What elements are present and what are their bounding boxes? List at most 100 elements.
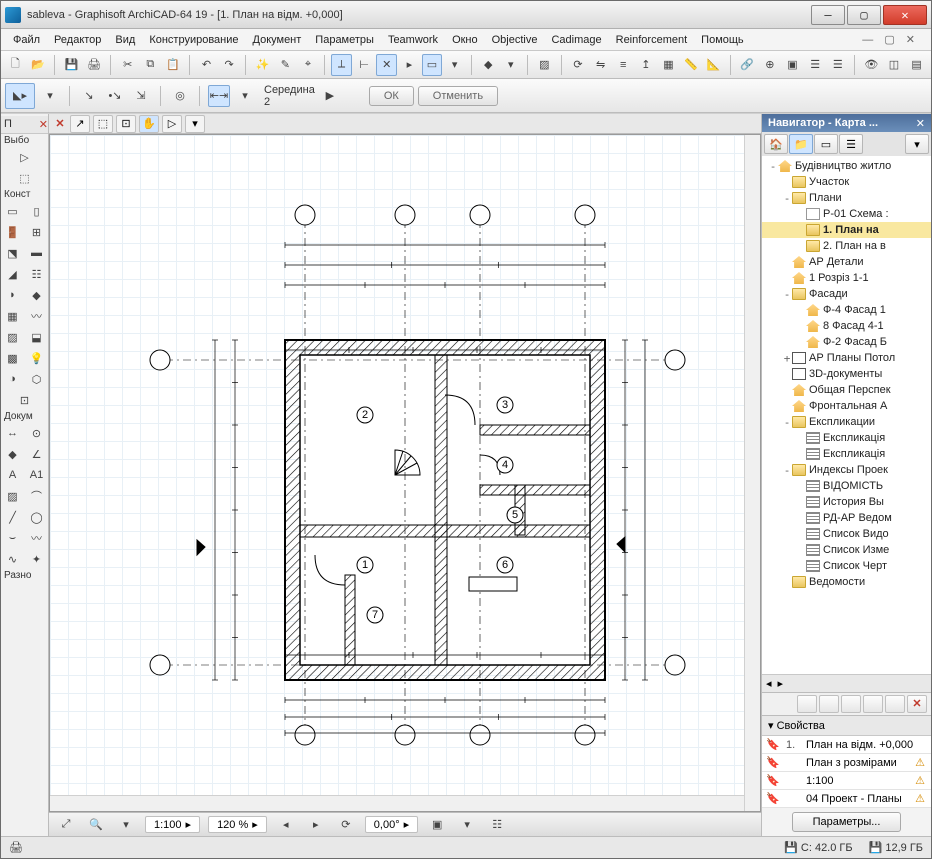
menu-reinforcement[interactable]: Reinforcement [610, 32, 694, 48]
arrow-mode-icon[interactable]: ◣▸ [5, 83, 35, 109]
tree-item[interactable]: История Вы [762, 494, 931, 510]
tree-item[interactable]: 8 Фасад 4-1 [762, 318, 931, 334]
spline-tool-icon[interactable]: ∿ [2, 549, 24, 569]
redo-button[interactable]: ↷ [219, 54, 240, 76]
curtain-tool-icon[interactable]: ▦ [2, 306, 24, 326]
line-tool-icon[interactable]: ╱ [2, 507, 24, 527]
radial-tool-icon[interactable]: ⊙ [26, 423, 48, 443]
tree-item[interactable]: -Експликации [762, 414, 931, 430]
tape-icon[interactable]: 📐 [703, 54, 724, 76]
align-icon[interactable]: ≡ [613, 54, 634, 76]
tree-item[interactable]: Участок [762, 174, 931, 190]
tree-item[interactable]: Р-01 Схема : [762, 206, 931, 222]
node-icon[interactable]: ⊕ [760, 54, 781, 76]
beam-tool-icon[interactable]: ⬔ [2, 243, 24, 263]
menu-design[interactable]: Конструирование [143, 32, 244, 48]
rotate-icon[interactable]: ⟳ [568, 54, 589, 76]
wall-tool-icon[interactable]: ▭ [2, 201, 24, 221]
snap-mid-icon[interactable]: ⊢ [354, 54, 375, 76]
nav-tab-opts[interactable]: ▾ [905, 134, 929, 154]
nav-btn-2[interactable] [819, 695, 839, 713]
tree-item[interactable]: Список Видо [762, 526, 931, 542]
shell-tool-icon[interactable]: ◗ [2, 285, 24, 305]
menu-cadimage[interactable]: Cadimage [545, 32, 607, 48]
dim-tool-icon[interactable]: ↔ [2, 423, 24, 443]
column-tool-icon[interactable]: ▯ [26, 201, 48, 221]
angle-tool-icon[interactable]: ∠ [26, 444, 48, 464]
tree-item[interactable]: Список Изме [762, 542, 931, 558]
roof-tool-icon[interactable]: ◢ [2, 264, 24, 284]
section-tool-icon[interactable]: ⌒ [26, 486, 48, 506]
tab-ctrl-1[interactable]: ↗ [70, 115, 90, 133]
stair-tool-icon[interactable]: ☷ [26, 264, 48, 284]
tool-misc-2[interactable]: ▾ [501, 54, 522, 76]
arrow-tool-icon[interactable]: ▷ [14, 147, 36, 167]
tree-scroll-left[interactable]: ◂ [766, 677, 772, 690]
nav-tab-publisher[interactable]: ☰ [839, 134, 863, 154]
nav-tab-views[interactable]: 📁 [789, 134, 813, 154]
extra-tool-icon[interactable]: ⊡ [14, 390, 36, 410]
canvas-scroll-v[interactable] [744, 135, 760, 811]
menu-options[interactable]: Параметры [309, 32, 380, 48]
tab-ctrl-5[interactable]: ▷ [162, 115, 182, 133]
tab-ctrl-4[interactable]: ✋ [139, 115, 159, 133]
pen-icon[interactable]: ✎ [275, 54, 296, 76]
tree-item[interactable]: Експликація [762, 430, 931, 446]
tree-item[interactable]: Общая Перспек [762, 382, 931, 398]
drawing-canvas[interactable]: 11223344 ББАА 1234567 ±0,000 1 (5) 1 [49, 134, 761, 812]
nav-btn-1[interactable] [797, 695, 817, 713]
window-tool-icon[interactable]: ⊞ [26, 222, 48, 242]
tree-item[interactable]: Ф-2 Фасад Б [762, 334, 931, 350]
mep-tool-icon[interactable]: ⬡ [26, 369, 48, 389]
grid-icon[interactable]: ▦ [658, 54, 679, 76]
snap-dd-icon[interactable]: ▾ [234, 85, 256, 107]
tree-item[interactable]: 1 Розріз 1-1 [762, 270, 931, 286]
dropdown-2-icon[interactable]: ▾ [39, 85, 61, 107]
tree-item[interactable]: АР Детали [762, 254, 931, 270]
label-tool-icon[interactable]: A1 [26, 465, 48, 485]
props-params-button[interactable]: Параметры... [792, 812, 902, 832]
menu-objective[interactable]: Objective [486, 32, 544, 48]
cancel-button[interactable]: Отменить [418, 86, 498, 106]
menu-view[interactable]: Вид [109, 32, 141, 48]
opt-2-icon[interactable]: ▾ [456, 814, 478, 836]
save-button[interactable]: 💾 [61, 54, 82, 76]
layer-icon[interactable]: ☰ [805, 54, 826, 76]
door-tool-icon[interactable]: 🚪 [2, 222, 24, 242]
move-icon[interactable]: ⇲ [130, 85, 152, 107]
maximize-button[interactable]: ▢ [847, 5, 881, 25]
open-button[interactable]: 📂 [28, 54, 49, 76]
tree-item[interactable]: -Индексы Проек [762, 462, 931, 478]
tool-misc-3[interactable]: ▨ [534, 54, 555, 76]
hotspot-tool-icon[interactable]: ✦ [26, 549, 48, 569]
tab-ctrl-6[interactable]: ▾ [185, 115, 205, 133]
nav-btn-4[interactable] [863, 695, 883, 713]
menu-edit[interactable]: Редактор [48, 32, 107, 48]
wand-icon[interactable]: ✨ [252, 54, 273, 76]
tree-item[interactable]: -Будівництво житло [762, 158, 931, 174]
menu-teamwork[interactable]: Teamwork [382, 32, 444, 48]
tree-item[interactable]: -Фасади [762, 286, 931, 302]
snap-edge-icon[interactable]: ▭ [422, 54, 443, 76]
group-icon[interactable]: ▣ [782, 54, 803, 76]
crosshair-icon[interactable]: ⌖ [298, 54, 319, 76]
pan-right-icon[interactable]: ▸ [305, 814, 327, 836]
link-icon[interactable]: 🔗 [737, 54, 758, 76]
props-row[interactable]: 🔖04 Проект - Планы⚠ [762, 790, 931, 808]
ruler-icon[interactable]: 📏 [681, 54, 702, 76]
cursor-node-icon[interactable]: •↘ [104, 85, 126, 107]
tree-item[interactable]: Ф-4 Фасад 1 [762, 302, 931, 318]
tree-item[interactable]: Ведомости [762, 574, 931, 590]
play-icon[interactable]: ▶ [319, 85, 341, 107]
nav-btn-delete[interactable]: ✕ [907, 695, 927, 713]
new-button[interactable]: 🗋 [5, 54, 26, 76]
tab-ctrl-2[interactable]: ⬚ [93, 115, 113, 133]
undo-button[interactable]: ↶ [196, 54, 217, 76]
snap-guide-icon[interactable]: ▸ [399, 54, 420, 76]
fill-tool-icon[interactable]: ▨ [2, 486, 24, 506]
close-button[interactable]: ✕ [883, 5, 927, 25]
pan-left-icon[interactable]: ◂ [275, 814, 297, 836]
props-row[interactable]: 🔖1.План на відм. +0,000 [762, 736, 931, 754]
poly-tool-icon[interactable]: 〰 [26, 528, 48, 548]
zone-tool-icon[interactable]: ▨ [2, 327, 24, 347]
